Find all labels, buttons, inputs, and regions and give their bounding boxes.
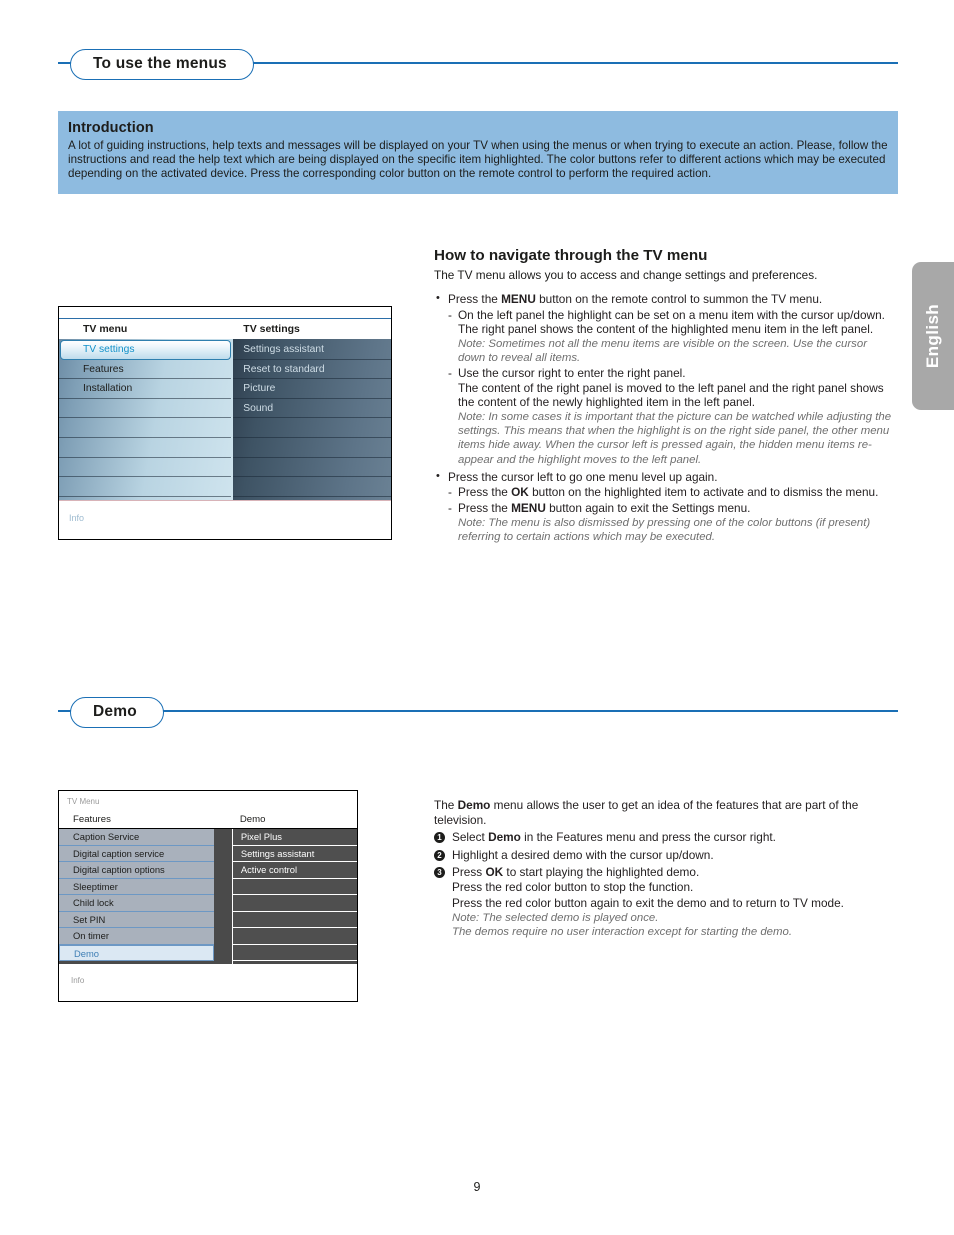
- navigate-sub-1-1: On the left panel the highlight can be s…: [448, 308, 896, 366]
- demo-item-empty: [232, 895, 357, 912]
- navigate-sub-2-1: Press the OK button on the highlighted i…: [448, 485, 896, 500]
- navigate-sub-1-1-note: Note: Sometimes not all the menu items a…: [458, 337, 867, 364]
- tv-menu-screenshot-navigation: TV menu TV settings TV settings Features…: [58, 306, 392, 540]
- demo-note-2: The demos require no user interaction ex…: [452, 926, 793, 939]
- demo-text-column: The Demo menu allows the user to get an …: [434, 798, 896, 942]
- step-number-2: 2: [434, 849, 445, 861]
- demo-item-active-control[interactable]: Active control: [232, 862, 357, 879]
- navigate-sub-1-2-cont: The content of the right panel is moved …: [458, 380, 884, 410]
- demo-step-2-text: Highlight a desired demo with the cursor…: [452, 847, 714, 862]
- demo-step-3-line2: Press the red color button to stop the f…: [452, 880, 694, 895]
- page-number: 9: [473, 1180, 481, 1194]
- features-item-sleeptimer[interactable]: Sleeptimer: [59, 878, 214, 895]
- tv-menu-item-empty: [59, 458, 232, 478]
- demo-item-settings-assistant[interactable]: Settings assistant: [232, 845, 357, 862]
- tv-settings-item-empty: [233, 458, 391, 478]
- tv-settings-item-sound[interactable]: Sound: [233, 399, 391, 419]
- navigate-sub-1-1-text: On the left panel the highlight can be s…: [458, 307, 885, 322]
- navigate-sub-1-1-cont: The right panel shows the content of the…: [458, 322, 874, 337]
- navigate-bullet-list: Press the MENU button on the remote cont…: [434, 291, 896, 544]
- tv-settings-item-reset-to-standard[interactable]: Reset to standard: [233, 360, 391, 380]
- tv-menu-item-tv-settings[interactable]: TV settings: [60, 340, 232, 360]
- features-item-child-lock[interactable]: Child lock: [59, 895, 214, 912]
- navigate-bullet-2: Press the cursor left to go one menu lev…: [434, 469, 896, 544]
- navigate-bullet-1: Press the MENU button on the remote cont…: [434, 291, 896, 467]
- navigate-heading: How to navigate through the TV menu: [434, 247, 708, 264]
- demo-item-empty: [232, 928, 357, 945]
- navigate-sub-2-2: Press the MENU button again to exit the …: [448, 501, 896, 544]
- tv-screen2-info-bar: Info: [59, 964, 357, 1000]
- features-item-set-pin[interactable]: Set PIN: [59, 911, 214, 928]
- introduction-heading: Introduction: [68, 120, 154, 136]
- tv-screen2-panels: Caption Service Digital caption service …: [59, 829, 357, 964]
- tv-screen2-left-panel: Caption Service Digital caption service …: [59, 829, 214, 964]
- demo-step-1-text: Select Demo in the Features menu and pre…: [452, 830, 776, 845]
- demo-step-1: 1 Select Demo in the Features menu and p…: [434, 830, 896, 845]
- tv-screen-left-panel: TV settings Features Installation: [59, 339, 234, 500]
- tv-menu-item-installation[interactable]: Installation: [59, 379, 232, 399]
- tv-menu-item-features[interactable]: Features: [59, 360, 232, 380]
- tv-screen-top-bar: [59, 307, 391, 319]
- language-tab-english: English: [912, 262, 954, 410]
- features-item-digital-caption-options[interactable]: Digital caption options: [59, 862, 214, 879]
- tv-screen-right-header: TV settings: [243, 323, 300, 335]
- step-number-3: 3: [434, 867, 445, 878]
- navigate-lead: The TV menu allows you to access and cha…: [434, 268, 818, 282]
- demo-step-3: 3 Press OK to start playing the highligh…: [434, 865, 896, 940]
- section-title-to-use-the-menus: To use the menus: [70, 49, 254, 80]
- navigate-sub-1-2-text: Use the cursor right to enter the right …: [458, 366, 686, 381]
- tv-menu-item-empty: [59, 418, 232, 438]
- step-number-1: 1: [434, 832, 445, 844]
- demo-item-empty: [232, 878, 357, 895]
- tv-screen-info-bar: Info: [59, 500, 391, 536]
- tv-menu-item-empty: [59, 438, 232, 458]
- tv-screen-left-header: TV menu: [83, 323, 128, 335]
- tv-menu-screenshot-demo: TV Menu Features Demo Caption Service Di…: [58, 790, 358, 1002]
- tv-settings-item-picture[interactable]: Picture: [233, 379, 391, 399]
- introduction-paragraph: A lot of guiding instructions, help text…: [68, 139, 888, 181]
- features-item-demo[interactable]: Demo: [59, 944, 214, 961]
- navigate-bullet-2-text: Press the cursor left to go one menu lev…: [448, 469, 718, 484]
- navigate-sub-1-2: Use the cursor right to enter the right …: [448, 366, 896, 467]
- tv-settings-item-empty: [233, 418, 391, 438]
- tv-screen-column-headers: TV menu TV settings: [59, 319, 391, 339]
- features-item-caption-service[interactable]: Caption Service: [59, 829, 214, 846]
- demo-note-1: Note: The selected demo is played once.: [452, 912, 659, 925]
- tv-screen2-left-header: Features: [73, 814, 111, 825]
- features-item-digital-caption-service[interactable]: Digital caption service: [59, 845, 214, 862]
- demo-item-empty: [232, 944, 357, 961]
- demo-steps-list: 1 Select Demo in the Features menu and p…: [434, 830, 896, 939]
- tv-screen2-right-panel: Pixel Plus Settings assistant Active con…: [231, 829, 357, 964]
- tv-screen2-panel-gap: [213, 829, 232, 964]
- demo-item-pixel-plus[interactable]: Pixel Plus: [232, 829, 357, 846]
- tv-screen2-top-label: TV Menu: [59, 791, 357, 811]
- tv-menu-item-empty: [59, 399, 232, 419]
- section-rule: [58, 710, 898, 712]
- tv-screen2-column-headers: Features Demo: [59, 811, 357, 829]
- language-tab-label: English: [923, 303, 942, 369]
- navigate-sub-list-1: On the left panel the highlight can be s…: [448, 308, 896, 467]
- demo-step-3-text: Press OK to start playing the highlighte…: [452, 865, 700, 879]
- navigate-sub-2-2-text: Press the MENU button again to exit the …: [458, 500, 751, 515]
- navigate-sub-1-2-note: Note: In some cases it is important that…: [458, 410, 892, 466]
- demo-step-3-line3: Press the red color button again to exit…: [452, 895, 844, 910]
- tv-settings-item-empty: [233, 477, 391, 497]
- demo-item-empty: [232, 911, 357, 928]
- navigate-bullet-1-text: Press the MENU button on the remote cont…: [448, 292, 823, 306]
- navigate-sub-2-1-text: Press the OK button on the highlighted i…: [458, 485, 879, 500]
- navigate-text-column: How to navigate through the TV menu The …: [434, 247, 896, 545]
- tv-menu-item-empty: [59, 477, 232, 497]
- introduction-box: Introduction A lot of guiding instructio…: [58, 111, 898, 194]
- navigate-sub-2-2-note: Note: The menu is also dismissed by pres…: [458, 516, 871, 543]
- section-title-demo: Demo: [70, 697, 164, 728]
- tv-settings-item-settings-assistant[interactable]: Settings assistant: [233, 340, 391, 360]
- demo-lead: The Demo menu allows the user to get an …: [434, 798, 859, 827]
- features-item-on-timer[interactable]: On timer: [59, 928, 214, 945]
- tv-screen2-right-header: Demo: [239, 814, 266, 825]
- tv-settings-item-empty: [233, 438, 391, 458]
- navigate-sub-list-2: Press the OK button on the highlighted i…: [448, 485, 896, 544]
- demo-step-2: 2 Highlight a desired demo with the curs…: [434, 848, 896, 863]
- tv-screen-panels: TV settings Features Installation Settin…: [59, 339, 391, 500]
- tv-screen-right-panel: Settings assistant Reset to standard Pic…: [233, 339, 391, 500]
